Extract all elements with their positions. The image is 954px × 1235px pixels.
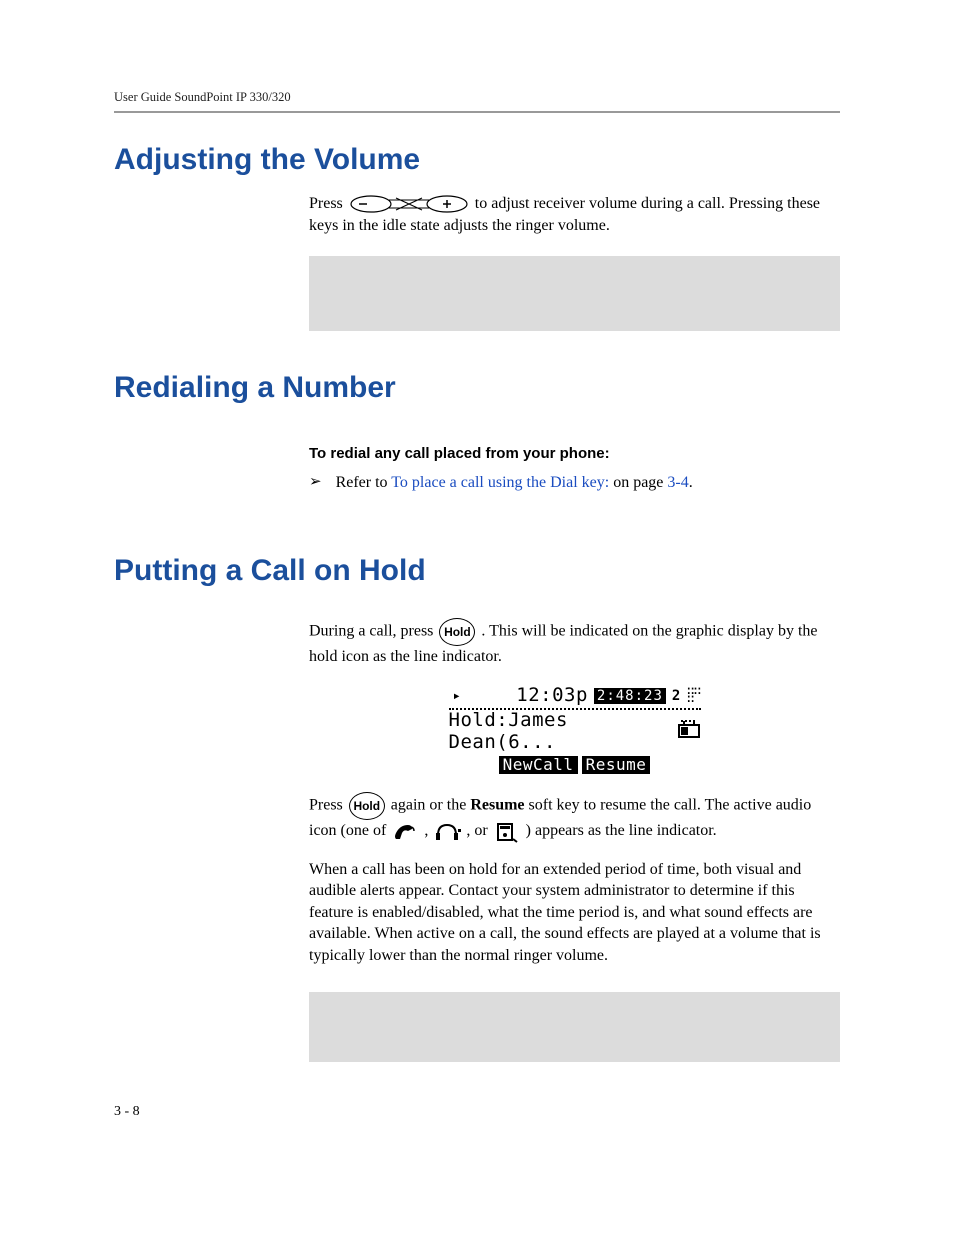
text-fragment: Press [309,195,347,212]
lcd-call-timer: 2:48:23 [594,688,666,704]
redial-bullet-text: Refer to To place a call using the Dial … [336,472,693,494]
hold-button-icon: Hold [439,618,475,646]
text-fragment: During a call, press [309,622,437,639]
dial-key-link[interactable]: To place a call using the Dial key: [391,474,609,491]
lcd-flag-icon: ▸ [453,688,462,704]
header-rule [114,111,840,113]
page-number: 3 - 8 [114,1104,140,1120]
lcd-softkey-resume: Resume [582,756,651,774]
volume-rocker-icon [349,194,469,214]
handset-icon [390,821,420,843]
lcd-softkey-newcall: NewCall [499,756,578,774]
text-fragment: on page [609,474,667,491]
hold-button-icon: Hold [349,792,385,820]
text-fragment: Refer to [336,474,392,491]
adjusting-volume-paragraph: Press to adjust receiver volume during a… [309,193,840,236]
lcd-hold-indicator-icon [677,719,701,745]
lcd-grid-icon: ∷∷∷ [687,688,701,704]
heading-putting-on-hold: Putting a Call on Hold [114,554,840,588]
text-fragment: ) appears as the line indicator. [526,822,717,839]
note-placeholder-box [309,256,840,331]
heading-redialing: Redialing a Number [114,371,840,405]
hold-paragraph-2: Press Hold again or the Resume soft key … [309,792,840,842]
redial-subhead: To redial any call placed from your phon… [309,445,840,462]
running-header: User Guide SoundPoint IP 330/320 [114,90,840,105]
resume-bold: Resume [470,797,524,814]
text-fragment: again or the [391,797,471,814]
note-placeholder-box [309,992,840,1062]
page-ref-link[interactable]: 3-4 [667,474,688,491]
headset-icon [432,821,462,843]
lcd-display-figure: ▸ 12:03p 2:48:23 2 ∷∷∷ Hold:James Dean(6… [309,685,840,774]
speaker-icon [492,821,522,843]
text-fragment: , or [466,822,491,839]
hold-paragraph-1: During a call, press Hold . This will be… [309,618,840,668]
bullet-arrow-icon: ➢ [309,472,322,493]
hold-paragraph-3: When a call has been on hold for an exte… [309,859,840,967]
heading-adjusting-volume: Adjusting the Volume [114,143,840,177]
lcd-line-number: 2 [672,688,681,704]
lcd-clock-time: 12:03p [516,685,588,707]
redial-bullet: ➢ Refer to To place a call using the Dia… [309,472,840,494]
text-fragment: . [689,474,693,491]
text-fragment: , [424,822,432,839]
text-fragment: Press [309,797,347,814]
lcd-hold-caller-text: Hold:James Dean(6... [449,710,677,754]
